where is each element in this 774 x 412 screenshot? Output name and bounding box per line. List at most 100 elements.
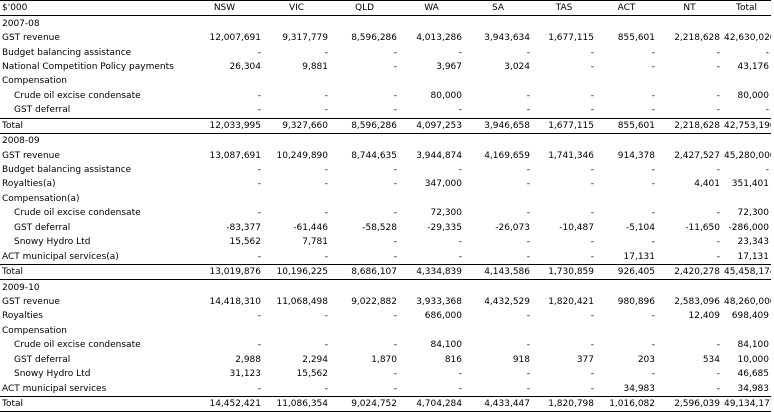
empty-cell (186, 132, 263, 149)
value-cell: - (716, 251, 720, 262)
table-row: Budget balancing assistance - - - - - - - - - (0, 45, 771, 59)
table-row: GST revenue 14,418,310 11,068,498 9,022,882… (0, 295, 771, 309)
value-cell: - (257, 165, 261, 176)
empty-cell (330, 132, 399, 149)
value-cell (657, 74, 722, 88)
total-value-cell: 4,097,253 (399, 117, 464, 134)
value-cell: 2,583,096 (674, 296, 720, 307)
unit-header: $'000 (0, 0, 186, 17)
column-header: TAS (532, 0, 596, 17)
value-cell: 72,300 (737, 208, 770, 219)
value-cell: 34,983 (623, 383, 656, 394)
value-cell: 26,304 (229, 61, 262, 72)
value-cell: - (526, 340, 530, 351)
empty-cell (722, 279, 771, 295)
value-cell: 31,123 (229, 369, 262, 380)
value-cell: - (324, 340, 328, 351)
value-cell: - (526, 208, 530, 219)
total-label: Total (0, 395, 186, 412)
empty-cell (186, 279, 263, 295)
value-cell: - (458, 383, 462, 394)
value-cell (464, 192, 532, 206)
empty-cell (464, 15, 532, 31)
value-cell (186, 74, 263, 88)
value-cell: - (651, 369, 655, 380)
payments-table-sheet: $'000 NSW VIC QLD WA SA TAS ACT NT Total… (0, 0, 774, 412)
value-cell: - (590, 340, 594, 351)
row-label: Snowy Hydro Ltd (14, 369, 91, 380)
value-cell (596, 192, 657, 206)
table-row: Budget balancing assistance - - - - - - - - - (0, 163, 771, 177)
value-cell: 2,427,527 (674, 150, 720, 161)
value-cell: 1,820,421 (548, 296, 594, 307)
value-cell: 80,000 (430, 90, 463, 101)
value-cell: 534 (702, 354, 720, 365)
value-cell: - (526, 369, 530, 380)
value-cell: - (257, 383, 261, 394)
value-cell: 347,000 (424, 179, 462, 190)
value-cell: - (765, 165, 769, 176)
table-row: GST deferral - - - - - - - - - (0, 103, 771, 118)
value-cell: - (590, 165, 594, 176)
value-cell: - (324, 311, 328, 322)
value-cell: - (458, 369, 462, 380)
value-cell (263, 324, 330, 338)
empty-cell (657, 279, 722, 295)
value-cell: - (393, 105, 397, 116)
value-cell (464, 74, 532, 88)
value-cell: - (324, 165, 328, 176)
value-cell: 1,677,115 (548, 33, 594, 44)
value-cell: - (651, 340, 655, 351)
value-cell: 4,432,529 (484, 296, 530, 307)
value-cell: 914,378 (617, 150, 655, 161)
table-row: National Competition Policy payments 26,3… (0, 60, 771, 74)
value-cell: - (393, 165, 397, 176)
value-cell: 46,685 (737, 369, 770, 380)
value-cell: -26,073 (495, 222, 530, 233)
total-value-cell: 2,596,039 (657, 395, 722, 412)
value-cell: 80,000 (737, 90, 770, 101)
value-cell: -83,377 (226, 222, 261, 233)
value-cell: 3,967 (436, 61, 462, 72)
value-cell: 8,596,286 (351, 33, 397, 44)
value-cell: - (651, 165, 655, 176)
empty-cell (722, 132, 771, 149)
total-value-cell: 4,433,447 (464, 395, 532, 412)
value-cell: 13,087,691 (209, 150, 261, 161)
value-cell (399, 192, 464, 206)
value-cell: 7,781 (302, 237, 328, 248)
empty-cell (722, 15, 771, 31)
total-value-cell: 855,601 (596, 117, 657, 134)
value-cell: 816 (444, 354, 462, 365)
value-cell: - (324, 179, 328, 190)
row-label: Crude oil excise condensate (14, 90, 141, 101)
empty-cell (657, 15, 722, 31)
value-cell: 2,988 (235, 354, 261, 365)
total-value-cell: 14,452,421 (186, 395, 263, 412)
value-cell: 42,630,020 (724, 33, 771, 44)
row-label: Compensation (2, 325, 67, 336)
empty-cell (263, 279, 330, 295)
total-value-cell: 4,704,284 (399, 395, 464, 412)
value-cell: - (590, 251, 594, 262)
column-header: QLD (330, 0, 399, 17)
value-cell: - (716, 383, 720, 394)
value-cell: 14,418,310 (209, 296, 261, 307)
value-cell: - (393, 47, 397, 58)
total-value-cell: 8,596,286 (330, 117, 399, 134)
value-cell: - (716, 47, 720, 58)
total-row: Total 12,033,995 9,327,660 8,596,286 4,097,2… (0, 117, 771, 134)
value-cell: - (393, 237, 397, 248)
value-cell: - (651, 237, 655, 248)
table-row: Crude oil excise condensate - - - 84,100 - - - -… (0, 338, 771, 352)
value-cell: - (393, 369, 397, 380)
table-row: GST revenue 13,087,691 10,249,890 8,744,635… (0, 148, 771, 162)
value-cell: 17,131 (737, 251, 770, 262)
value-cell (722, 74, 771, 88)
value-cell: 377 (576, 354, 594, 365)
row-label: Compensation(a) (2, 193, 80, 204)
table-row: ACT municipal services(a) - - - - - - 17,131 - 17… (0, 249, 771, 264)
empty-cell (657, 132, 722, 149)
row-label: GST revenue (2, 33, 60, 44)
value-cell: - (458, 165, 462, 176)
